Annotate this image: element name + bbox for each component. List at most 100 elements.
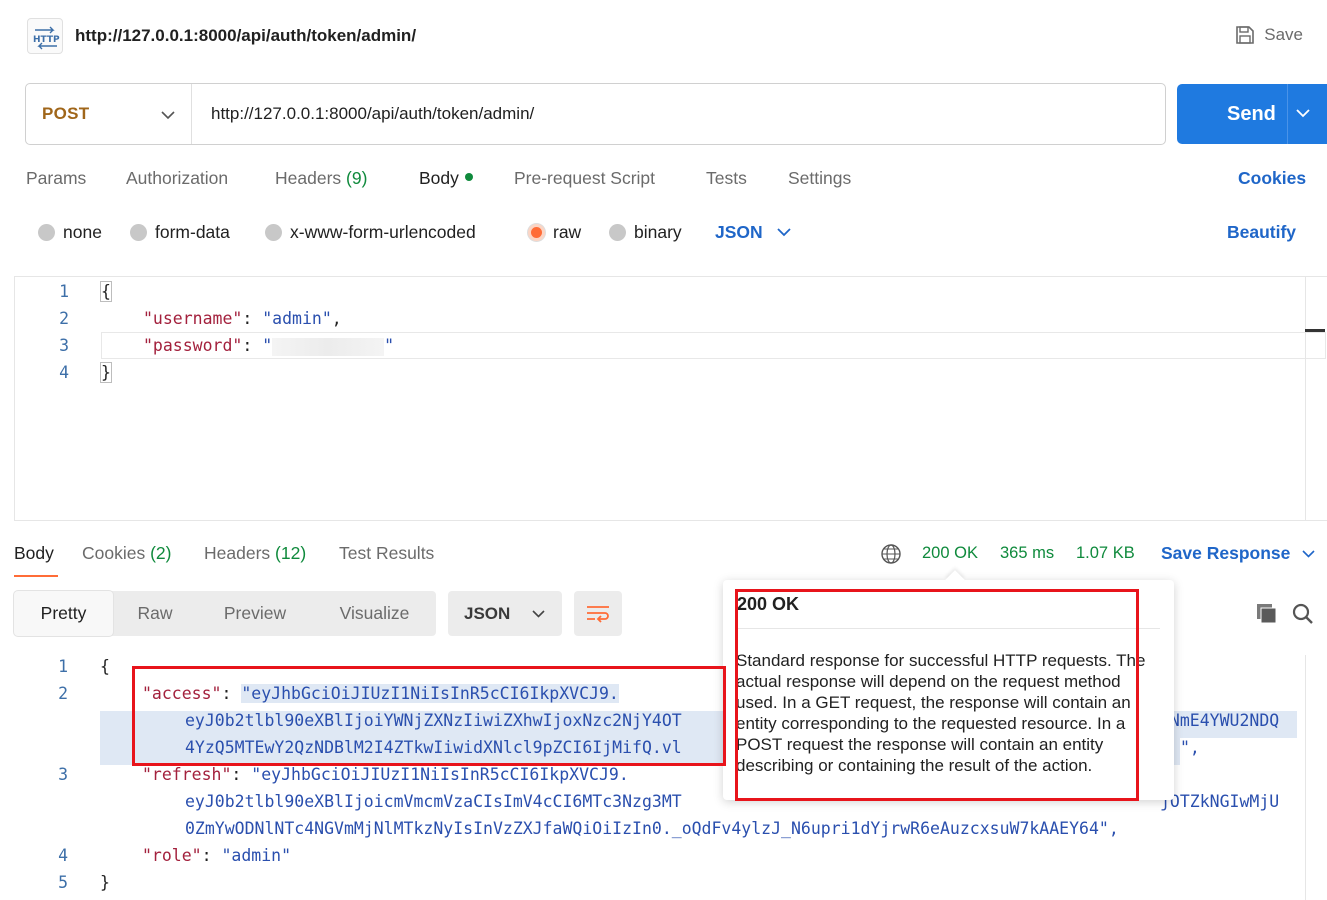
radio-circle: [130, 224, 147, 241]
redacted-password: [272, 337, 385, 356]
line-number: 5: [58, 873, 68, 892]
headers-count: (9): [346, 168, 368, 188]
radio-circle: [265, 224, 282, 241]
save-button[interactable]: Save: [1234, 24, 1303, 46]
access-token-part: eyJ0b2tlbl90eXBlIjoiYWNjZXNzIiwiZXhwIjox…: [185, 711, 682, 730]
save-label: Save: [1264, 25, 1303, 44]
json-value-close-quote: ": [384, 336, 395, 355]
json-value: "admin": [221, 846, 292, 865]
radio-circle: [38, 224, 55, 241]
view-visualize[interactable]: Visualize: [313, 591, 436, 636]
radio-circle: [609, 224, 626, 241]
close-brace: }: [100, 873, 110, 892]
tab-prerequest-script[interactable]: Pre-request Script: [514, 168, 655, 189]
tab-response-cookies[interactable]: Cookies (2): [82, 543, 172, 564]
radio-urlencoded[interactable]: x-www-form-urlencoded: [265, 222, 476, 243]
http-icon: HTTP: [27, 18, 63, 54]
status-code[interactable]: 200 OK: [922, 544, 978, 563]
access-token-part: nNmE4YWU2NDQ: [1160, 711, 1280, 730]
svg-text:HTTP: HTTP: [33, 35, 60, 45]
request-body-editor[interactable]: 1 2 3 4 { "username": "admin", "password…: [14, 276, 1327, 521]
line-number: 2: [58, 684, 68, 703]
json-key: "username": [143, 309, 243, 328]
code-line-role: "role": "admin": [142, 846, 292, 865]
code-line-username: "username": "admin",: [143, 309, 342, 328]
response-format-select[interactable]: JSON: [448, 591, 562, 636]
copy-icon[interactable]: [1255, 602, 1279, 626]
view-pretty[interactable]: Pretty: [14, 591, 113, 636]
tab-body-label: Body: [419, 168, 459, 188]
tab-response-body[interactable]: Body: [14, 543, 54, 564]
line-number: 3: [58, 765, 68, 784]
radio-label: raw: [553, 222, 582, 242]
response-time[interactable]: 365 ms: [1000, 544, 1054, 563]
search-icon[interactable]: [1291, 602, 1315, 626]
radio-binary[interactable]: binary: [609, 222, 682, 243]
editor-scrollbar[interactable]: [1305, 277, 1327, 520]
request-title[interactable]: http://127.0.0.1:8000/api/auth/token/adm…: [75, 26, 416, 46]
tab-test-results[interactable]: Test Results: [339, 543, 434, 564]
refresh-token-part: eyJ0b2tlbl90eXBlIjoicmVmcmVzaCIsImV4cCI6…: [185, 792, 682, 811]
save-response-button[interactable]: Save Response: [1161, 543, 1315, 564]
cookies-count: (2): [150, 543, 172, 563]
tab-params[interactable]: Params: [26, 168, 86, 189]
save-response-label: Save Response: [1161, 543, 1291, 563]
response-view-selector: Pretty Raw Preview Visualize: [14, 591, 436, 636]
cookies-link[interactable]: Cookies: [1238, 168, 1306, 189]
tab-headers-label: Headers: [275, 168, 342, 188]
code-line-refresh: "refresh": "eyJhbGciOiJIUzI1NiIsInR5cCI6…: [142, 765, 629, 784]
json-value: "admin": [262, 309, 332, 328]
response-format-label: JSON: [464, 603, 511, 623]
radio-none[interactable]: none: [38, 222, 102, 243]
tab-tests[interactable]: Tests: [706, 168, 747, 189]
view-preview[interactable]: Preview: [197, 591, 313, 636]
radio-label: x-www-form-urlencoded: [290, 222, 476, 242]
tab-response-headers[interactable]: Headers (12): [204, 543, 306, 564]
globe-icon[interactable]: [880, 543, 902, 565]
send-label: Send: [1227, 102, 1276, 125]
line-number: 1: [58, 657, 68, 676]
url-input[interactable]: http://127.0.0.1:8000/api/auth/token/adm…: [192, 104, 1165, 124]
close-brace: }: [100, 362, 112, 383]
radio-raw[interactable]: raw: [528, 222, 581, 243]
radio-form-data[interactable]: form-data: [130, 222, 230, 243]
scrollbar-thumb[interactable]: [1305, 329, 1325, 332]
line-number: 2: [59, 309, 69, 328]
tooltip-caret: [945, 570, 965, 590]
tab-authorization[interactable]: Authorization: [126, 168, 228, 189]
chevron-down-icon[interactable]: [1295, 108, 1311, 118]
view-raw[interactable]: Raw: [113, 591, 197, 636]
send-button[interactable]: Send: [1177, 84, 1327, 144]
tab-body[interactable]: Body: [419, 168, 473, 189]
open-brace: {: [100, 281, 112, 302]
line-number: 4: [58, 846, 68, 865]
radio-label: binary: [634, 222, 682, 242]
tooltip-divider: [737, 628, 1160, 629]
request-header: HTTP http://127.0.0.1:8000/api/auth/toke…: [0, 0, 1327, 72]
headers-count: (12): [275, 543, 307, 563]
wrap-lines-icon: [587, 606, 609, 623]
tab-settings[interactable]: Settings: [788, 168, 851, 189]
code-line-password: "password": " ": [143, 336, 395, 356]
beautify-button[interactable]: Beautify: [1227, 222, 1296, 243]
body-format-select[interactable]: JSON: [715, 222, 791, 243]
send-divider: [1287, 84, 1288, 144]
chevron-down-icon: [1302, 549, 1315, 558]
wrap-lines-button[interactable]: [574, 591, 622, 636]
line-number: 1: [59, 282, 69, 301]
body-format-label: JSON: [715, 222, 763, 242]
method-select[interactable]: POST: [26, 84, 192, 144]
code-line-access: "access": "eyJhbGciOiJIUzI1NiIsInR5cCI6I…: [142, 684, 619, 703]
tab-headers[interactable]: Headers (9): [275, 168, 367, 189]
method-label: POST: [42, 104, 90, 123]
line-number: 3: [59, 336, 69, 355]
json-key: "role": [142, 846, 202, 865]
save-icon: [1236, 26, 1255, 44]
tab-label: Headers: [204, 543, 271, 563]
line-number: 4: [59, 363, 69, 382]
response-size[interactable]: 1.07 KB: [1076, 544, 1135, 563]
radio-circle-selected: [528, 224, 545, 241]
radio-label: none: [63, 222, 102, 242]
response-scrollbar[interactable]: [1305, 655, 1327, 900]
chevron-down-icon: [161, 110, 175, 119]
